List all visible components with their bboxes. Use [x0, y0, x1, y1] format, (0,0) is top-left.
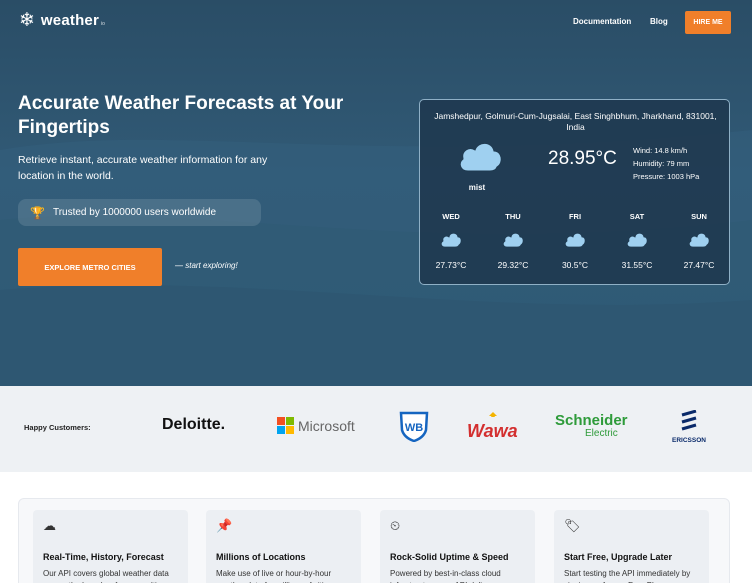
forecast-temp: 27.47°C — [683, 260, 715, 270]
feature-description: Make use of live or hour-by-hour weather… — [216, 569, 332, 583]
forecast-day-name: SAT — [629, 212, 645, 221]
trophy-icon: 🏆 — [30, 205, 45, 220]
tag-icon: 🏷 — [564, 518, 581, 533]
wawa-logo: Wawa — [467, 412, 523, 447]
hire-me-button[interactable]: HIRE ME — [685, 11, 731, 34]
feature-title: Start Free, Upgrade Later — [564, 552, 673, 562]
cloud-icon — [688, 232, 710, 248]
features-section: ☁ Real-Time, History, Forecast Our API c… — [18, 498, 730, 583]
gauge-icon: ⏲ — [390, 518, 401, 533]
deloitte-logo: Deloitte. — [162, 416, 226, 433]
forecast-day: THU 29.32°C — [482, 212, 544, 270]
feature-card: ⏲ Rock-Solid Uptime & Speed Powered by b… — [380, 510, 535, 583]
microsoft-logo: Microsoft — [277, 417, 355, 434]
nav-documentation[interactable]: Documentation — [573, 17, 631, 26]
trust-badge: 🏆 Trusted by 1000000 users worldwide — [18, 199, 261, 226]
svg-text:WB: WB — [405, 422, 423, 434]
hero-section: ❄ weather io Documentation Blog HIRE ME … — [0, 0, 752, 386]
microsoft-squares-icon — [277, 417, 294, 434]
forecast-day: FRI 30.5°C — [544, 212, 606, 270]
feature-title: Rock-Solid Uptime & Speed — [390, 552, 509, 562]
pin-icon: 📌 — [216, 518, 233, 533]
logo-text: weather — [40, 12, 100, 29]
schneider-electric-logo: Schneider Electric — [555, 412, 628, 439]
trust-text: Trusted by 1000000 users worldwide — [52, 207, 217, 218]
cloud-icon — [564, 232, 586, 248]
current-temperature: 28.95°C — [548, 148, 617, 169]
explore-metro-cities-button[interactable]: EXPLORE METRO CITIES — [18, 248, 162, 286]
cloud-icon — [502, 232, 524, 248]
feature-title: Millions of Locations — [216, 552, 306, 562]
hero-subtitle: Retrieve instant, accurate weather infor… — [18, 154, 268, 182]
forecast-temp: 30.5°C — [561, 260, 589, 270]
feature-title: Real-Time, History, Forecast — [43, 552, 164, 562]
logo[interactable]: ❄ weather io — [19, 11, 105, 30]
weather-condition: mist — [468, 183, 486, 192]
forecast-temp: 29.32°C — [497, 260, 529, 270]
svg-text:Wawa: Wawa — [467, 421, 518, 441]
weather-stats: Wind: 14.8 km/h Humidity: 79 mm Pressure… — [633, 144, 699, 183]
humidity-stat: Humidity: 79 mm — [633, 159, 690, 168]
explore-note: — start exploring! — [175, 261, 238, 270]
nav-blog[interactable]: Blog — [650, 17, 668, 26]
feature-card: 📌 Millions of Locations Make use of live… — [206, 510, 361, 583]
customers-label: Happy Customers: — [24, 423, 91, 432]
feature-description: Powered by best-in-class cloud infrastru… — [390, 569, 501, 583]
logo-suffix: io — [101, 20, 105, 27]
weather-location: Jamshedpur, Golmuri-Cum-Jugsalai, East S… — [434, 111, 717, 132]
ericsson-logo: ERICSSON — [672, 409, 706, 444]
cloud-icon — [459, 142, 502, 172]
wind-stat: Wind: 14.8 km/h — [633, 146, 688, 155]
cloud-clock-icon: ☁ — [43, 518, 56, 533]
forecast-temp: 31.55°C — [621, 260, 653, 270]
feature-description: Start testing the API immediately by sig… — [564, 569, 691, 583]
forecast-day-name: THU — [505, 212, 521, 221]
feature-card: ☁ Real-Time, History, Forecast Our API c… — [33, 510, 188, 583]
cloud-icon — [626, 232, 648, 248]
forecast-day-name: FRI — [568, 212, 582, 221]
forecast-temp: 27.73°C — [435, 260, 467, 270]
snowflake-icon: ❄ — [19, 10, 35, 31]
feature-description: Our API covers global weather data acros… — [43, 569, 169, 583]
forecast-day-name: SUN — [691, 212, 707, 221]
hero-title: Accurate Weather Forecasts at Your Finge… — [18, 93, 344, 138]
forecast-day: SUN 27.47°C — [668, 212, 730, 270]
forecast-day: SAT 31.55°C — [606, 212, 668, 270]
forecast-day: WED 27.73°C — [420, 212, 482, 270]
warner-bros-logo: WB — [399, 410, 429, 447]
pressure-stat: Pressure: 1003 hPa — [633, 172, 700, 181]
forecast-day-name: WED — [442, 212, 460, 221]
cloud-icon — [440, 232, 462, 248]
feature-card: 🏷 Start Free, Upgrade Later Start testin… — [554, 510, 709, 583]
weather-card: Jamshedpur, Golmuri-Cum-Jugsalai, East S… — [419, 99, 730, 285]
customers-strip: Happy Customers: Deloitte. Microsoft WB … — [0, 386, 752, 472]
